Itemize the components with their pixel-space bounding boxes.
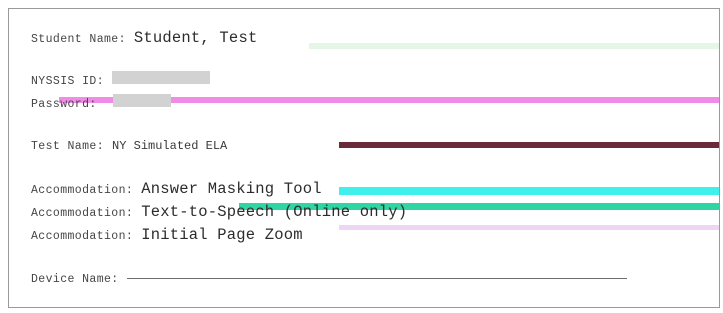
ssid-label: NYSSIS ID: — [31, 75, 105, 88]
accommodation-row: Accommodation: Answer Masking Tool — [31, 180, 322, 198]
accommodation-label: Accommodation: — [31, 207, 134, 220]
accommodation-label: Accommodation: — [31, 184, 134, 197]
test-name-label: Test Name: — [31, 140, 105, 153]
test-name-value: NY Simulated ELA — [112, 139, 228, 153]
accommodation-row: Accommodation: Initial Page Zoom — [31, 226, 303, 244]
accommodation-row: Accommodation: Text-to-Speech (Online on… — [31, 203, 407, 221]
device-name-blank-line — [126, 278, 627, 279]
ssid-redaction — [112, 71, 211, 84]
password-row: Password: — [31, 94, 171, 111]
scan-streak-maroon — [339, 142, 719, 148]
accommodation-value: Text-to-Speech (Online only) — [141, 203, 408, 221]
device-name-label: Device Name: — [31, 273, 119, 286]
student-name-row: Student Name: Student, Test — [31, 29, 257, 47]
student-name-label: Student Name: — [31, 33, 126, 46]
scan-streak-lavender — [339, 225, 719, 230]
password-label: Password: — [31, 98, 97, 111]
accommodation-value: Initial Page Zoom — [141, 226, 303, 244]
test-ticket: Student Name: Student, Test NYSSIS ID: P… — [8, 8, 720, 308]
ssid-row: NYSSIS ID: — [31, 71, 211, 88]
scan-streak-pale-green — [309, 43, 719, 49]
device-name-row: Device Name: — [31, 273, 627, 286]
test-name-row: Test Name: NY Simulated ELA — [31, 139, 227, 153]
scan-streak-cyan — [339, 187, 719, 195]
password-redaction — [112, 94, 171, 107]
accommodation-label: Accommodation: — [31, 230, 134, 243]
student-name-value: Student, Test — [133, 29, 258, 47]
accommodation-value: Answer Masking Tool — [141, 180, 322, 198]
